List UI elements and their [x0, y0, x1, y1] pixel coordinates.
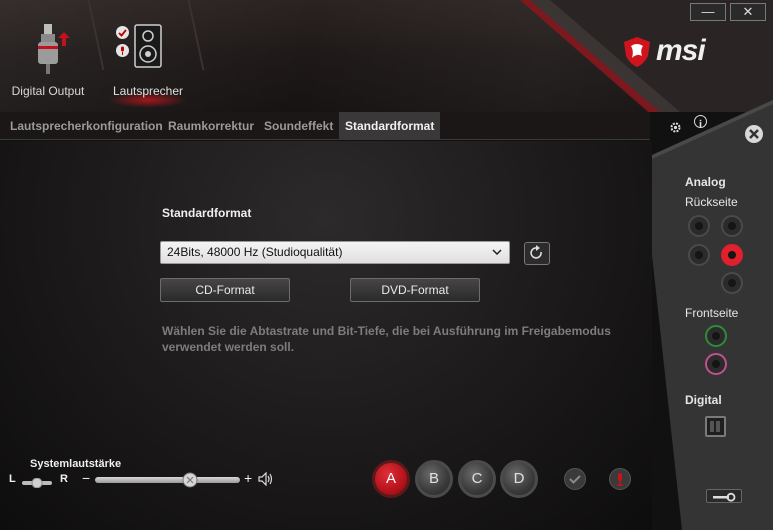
device-label: Digital Output [11, 84, 85, 98]
msi-logo: msi [622, 34, 742, 70]
balance-slider[interactable] [22, 475, 52, 489]
device-speaker[interactable]: Lautsprecher [108, 18, 188, 108]
reset-format-button[interactable] [524, 242, 550, 265]
front-jack-pink[interactable] [705, 353, 727, 375]
format-select-value: 24Bits, 48000 Hz (Studioqualität) [167, 245, 343, 259]
balance-left-label: L [9, 473, 16, 485]
tab-bar: Lautsprecherkonfiguration Raumkorrektur … [0, 112, 650, 140]
speaker-icon [134, 24, 162, 68]
front-label: Frontseite [685, 306, 739, 320]
settings-gear-icon[interactable] [669, 121, 682, 134]
close-button[interactable]: ✕ [730, 3, 766, 21]
wrench-tool-button[interactable] [706, 489, 742, 503]
refresh-icon [530, 245, 542, 259]
volume-slider-track[interactable] [95, 477, 240, 483]
system-volume-title: Systemlautstärke [30, 458, 122, 470]
device-digital-output[interactable]: Digital Output [6, 18, 90, 98]
digital-output-jack-icon [38, 24, 70, 74]
microphone-icon [617, 473, 623, 486]
device-label: Lautsprecher [112, 84, 184, 98]
tools-icon[interactable] [745, 125, 763, 143]
format-select[interactable]: 24Bits, 48000 Hz (Studioqualität) [160, 241, 510, 264]
rear-jack[interactable] [688, 244, 710, 266]
rear-label: Rückseite [685, 195, 738, 209]
chevron-down-icon [491, 242, 503, 263]
cd-format-button[interactable]: CD-Format [160, 278, 290, 302]
minimize-button[interactable]: — [690, 3, 726, 21]
speaker-volume-icon[interactable] [258, 471, 274, 487]
profile-a-button[interactable]: A [372, 460, 410, 498]
wrench-icon [713, 492, 736, 502]
logo-wordmark: msi [656, 34, 706, 67]
profile-c-button[interactable]: C [458, 460, 496, 498]
check-icon [569, 475, 581, 484]
volume-slider-thumb[interactable] [182, 472, 198, 488]
front-jack-green[interactable] [705, 325, 727, 347]
volume-plus-button[interactable]: + [244, 470, 252, 486]
digital-port-icon[interactable] [705, 416, 726, 437]
profile-b-button[interactable]: B [415, 460, 453, 498]
rear-jack[interactable] [721, 215, 743, 237]
audio-manager-window: Digital Output Lautsprecher — ✕ msi Laut… [0, 0, 773, 530]
tab-lautsprecherkonfiguration[interactable]: Lautsprecherkonfiguration [10, 112, 163, 140]
confirm-button[interactable] [564, 468, 586, 490]
microphone-button[interactable] [609, 468, 631, 490]
rear-jack-active[interactable] [721, 244, 743, 266]
profile-d-button[interactable]: D [500, 460, 538, 498]
rear-jack[interactable] [721, 272, 743, 294]
speaker-default-check-icon [116, 26, 129, 39]
rear-jack[interactable] [688, 215, 710, 237]
header-bar: Digital Output Lautsprecher — ✕ msi [0, 0, 773, 112]
digital-label: Digital [685, 393, 722, 407]
speaker-mic-indicator-icon [116, 44, 129, 57]
info-icon[interactable] [694, 115, 707, 128]
balance-right-label: R [60, 473, 68, 485]
volume-minus-button[interactable]: − [82, 470, 90, 486]
msi-dragon-shield-icon [624, 37, 650, 67]
connector-panel: Analog Rückseite Frontseite Digital [652, 100, 773, 530]
tab-raumkorrektur[interactable]: Raumkorrektur [168, 112, 254, 140]
analog-label: Analog [685, 175, 726, 189]
tab-standardformat[interactable]: Standardformat [339, 112, 441, 140]
tab-soundeffekt[interactable]: Soundeffekt [264, 112, 333, 140]
format-description: Wählen Sie die Abtastrate und Bit-Tiefe,… [162, 324, 611, 354]
dvd-format-button[interactable]: DVD-Format [350, 278, 480, 302]
section-title: Standardformat [162, 206, 252, 220]
